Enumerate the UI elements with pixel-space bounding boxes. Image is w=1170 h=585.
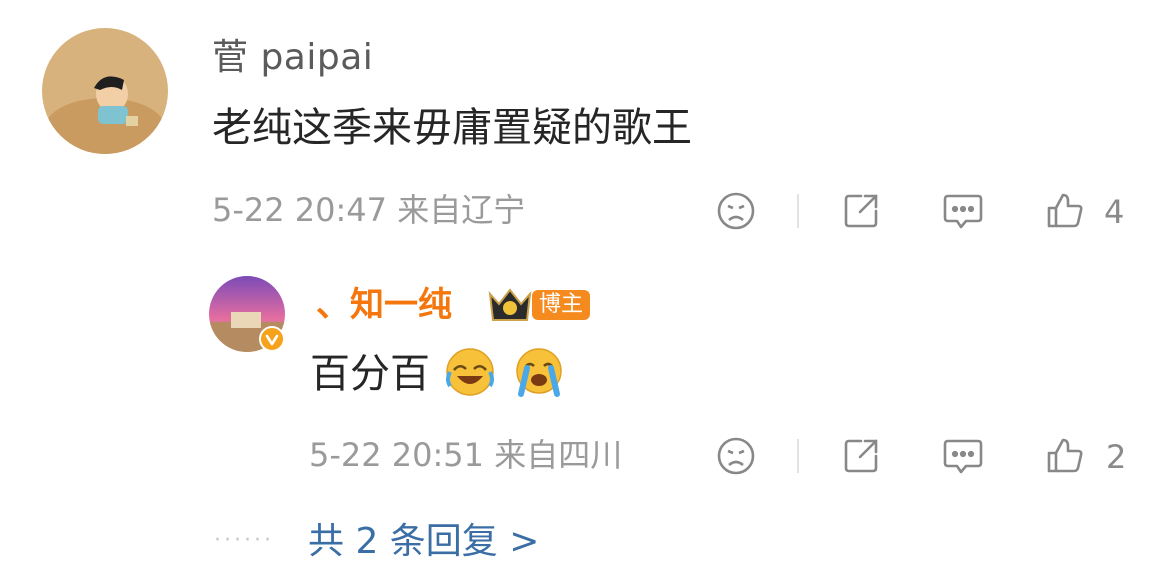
- like-icon[interactable]: [1043, 189, 1087, 233]
- reply-meta: 5-22 20:51 来自四川: [309, 436, 623, 474]
- divider: [797, 439, 799, 473]
- comment-icon[interactable]: [941, 434, 985, 478]
- like-icon[interactable]: [1043, 434, 1087, 478]
- host-badge: 博主: [532, 290, 591, 320]
- more-replies-link[interactable]: 共 2 条回复 >: [308, 524, 539, 560]
- share-icon[interactable]: [839, 434, 883, 478]
- dislike-icon[interactable]: [714, 434, 758, 478]
- share-icon[interactable]: [839, 189, 883, 233]
- divider: [797, 194, 799, 228]
- avatar[interactable]: [42, 28, 168, 154]
- comment-text: 老纯这季来毋庸置疑的歌王: [212, 105, 692, 151]
- crown-icon: [487, 286, 533, 324]
- comment-icon[interactable]: [941, 189, 985, 233]
- comment-like-count: 4: [1104, 193, 1125, 231]
- comment-username[interactable]: 菅 paipai: [212, 40, 373, 76]
- dislike-icon[interactable]: [714, 189, 758, 233]
- reply-username[interactable]: 、知一纯: [316, 288, 452, 322]
- more-replies-dots: ······: [214, 528, 274, 553]
- crying-emoji: [511, 346, 567, 398]
- verified-icon: [259, 326, 285, 352]
- reply-text: 百分百: [310, 351, 430, 397]
- comment-meta: 5-22 20:47 来自辽宁: [212, 191, 526, 229]
- reply-like-count: 2: [1106, 438, 1127, 476]
- laugh-cry-emoji: [444, 346, 496, 398]
